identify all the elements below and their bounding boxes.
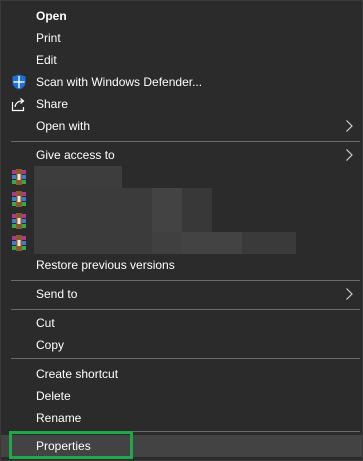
menu-item-open-with-label: Open with: [36, 119, 91, 133]
menu-item-properties-label: Properties: [36, 439, 91, 453]
blurred-region: [34, 188, 152, 210]
menu-item-archive-1[interactable]: [1, 166, 362, 188]
menu-item-cut[interactable]: Cut: [1, 312, 362, 334]
menu-item-rename[interactable]: Rename: [1, 407, 362, 429]
menu-separator: [11, 141, 360, 142]
winrar-archive-icon: [11, 191, 27, 207]
menu-item-rename-label: Rename: [36, 411, 82, 425]
menu-item-send-to[interactable]: Send to: [1, 283, 362, 305]
winrar-archive-icon: [11, 169, 27, 185]
menu-item-scan-defender-label: Scan with Windows Defender...: [36, 75, 203, 89]
menu-item-delete[interactable]: Delete: [1, 385, 362, 407]
windows-defender-shield-icon: [11, 74, 27, 90]
share-icon: [11, 96, 27, 112]
menu-item-open-with[interactable]: Open with: [1, 115, 362, 137]
menu-item-cut-label: Cut: [36, 316, 55, 330]
chevron-right-icon: [344, 120, 354, 132]
blurred-region: [34, 232, 152, 254]
menu-item-edit-label: Edit: [36, 53, 57, 67]
winrar-archive-icon: [11, 213, 27, 229]
menu-separator: [11, 309, 360, 310]
menu-item-create-shortcut[interactable]: Create shortcut: [1, 363, 362, 385]
blurred-region: [34, 210, 152, 232]
menu-item-create-shortcut-label: Create shortcut: [36, 367, 119, 381]
menu-item-delete-label: Delete: [36, 389, 71, 403]
menu-separator: [11, 431, 360, 432]
blurred-region: [182, 232, 242, 254]
context-menu: Open Print Edit Scan with Windows Defend…: [0, 0, 363, 461]
menu-item-scan-defender[interactable]: Scan with Windows Defender...: [1, 71, 362, 93]
chevron-right-icon: [344, 149, 354, 161]
blurred-region: [242, 232, 296, 254]
menu-item-open-label: Open: [36, 9, 67, 23]
menu-item-archive-4[interactable]: [1, 232, 362, 254]
menu-separator: [11, 358, 360, 359]
menu-item-restore-versions-label: Restore previous versions: [36, 258, 175, 272]
blurred-region: [152, 232, 182, 254]
menu-item-give-access-label: Give access to: [36, 148, 115, 162]
chevron-right-icon: [344, 288, 354, 300]
blurred-region: [152, 188, 182, 210]
blurred-region: [182, 210, 212, 232]
menu-item-share-label: Share: [36, 97, 69, 111]
menu-item-give-access[interactable]: Give access to: [1, 144, 362, 166]
menu-item-print[interactable]: Print: [1, 27, 362, 49]
menu-item-copy[interactable]: Copy: [1, 334, 362, 356]
winrar-archive-icon: [11, 235, 27, 251]
menu-item-share[interactable]: Share: [1, 93, 362, 115]
menu-item-copy-label: Copy: [36, 338, 65, 352]
menu-item-archive-2[interactable]: [1, 188, 362, 210]
menu-item-properties[interactable]: Properties: [1, 435, 362, 457]
blurred-region: [152, 210, 182, 232]
menu-item-open[interactable]: Open: [1, 5, 362, 27]
blurred-region: [182, 188, 212, 210]
menu-item-restore-versions[interactable]: Restore previous versions: [1, 254, 362, 276]
menu-separator: [11, 280, 360, 281]
menu-item-send-to-label: Send to: [36, 287, 78, 301]
menu-item-edit[interactable]: Edit: [1, 49, 362, 71]
blurred-region: [34, 166, 122, 188]
menu-item-print-label: Print: [36, 31, 61, 45]
menu-item-archive-3[interactable]: [1, 210, 362, 232]
